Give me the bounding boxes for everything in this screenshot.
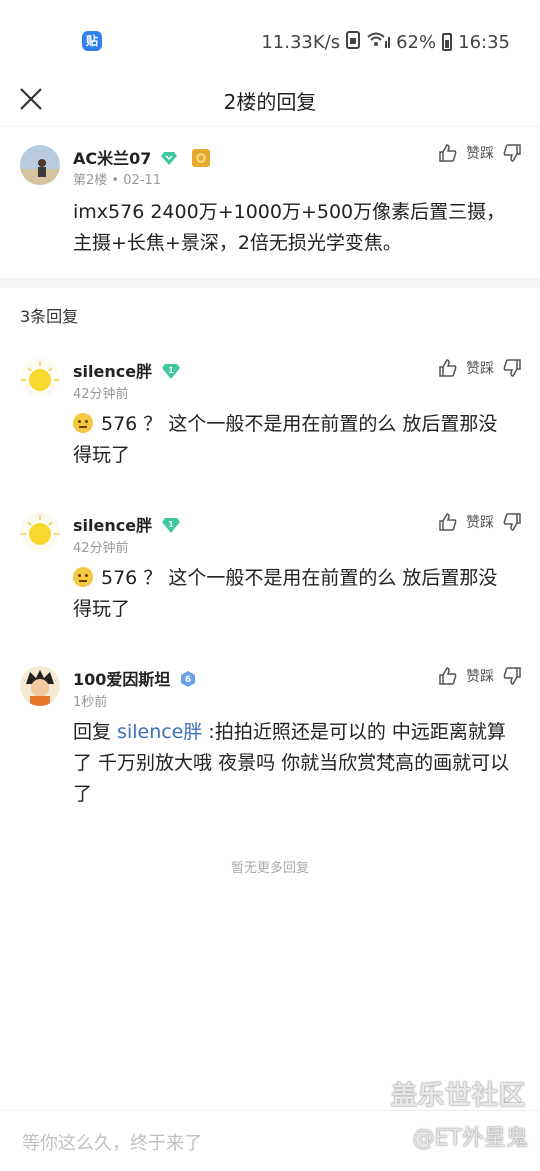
thumb-down-icon[interactable]	[502, 666, 522, 686]
thumb-up-icon[interactable]	[438, 512, 458, 532]
reply-content: 回复 silence胖 :拍拍近照还是可以的 中远距离就算了 千万别放大哦 夜景…	[73, 717, 518, 810]
section-divider	[0, 278, 540, 288]
level-number: 6	[185, 675, 191, 685]
post-meta: 第2楼 • 02-11	[73, 169, 161, 188]
watermark-author: @ET外星鬼	[412, 1126, 528, 1151]
username-text[interactable]: silence胖	[73, 516, 152, 535]
reply-content: 576 ？ 这个一般不是用在前置的么 放后置那没得玩了	[73, 563, 513, 625]
reply-content: 576 ？ 这个一般不是用在前置的么 放后置那没得玩了	[73, 409, 513, 471]
reply-to-link[interactable]: silence胖	[117, 721, 202, 743]
post-content: imx576 2400万+1000万+500万像素后置三摄，主摄+长焦+景深，2…	[73, 201, 506, 254]
tieba-app-icon: 贴	[82, 31, 102, 51]
reply-time: 42分钟前	[73, 541, 129, 556]
username-text[interactable]: AC米兰07	[73, 149, 151, 168]
vote-label: 赞踩	[466, 515, 494, 531]
reply-item: 100爱因斯坦 6 1秒前 赞踩 回复 silence胖 :拍拍近照还是可以的 …	[0, 663, 540, 823]
username[interactable]: silence胖 1	[73, 358, 180, 383]
reply-count: 3条回复	[20, 307, 79, 326]
level-number: 1	[168, 520, 174, 529]
level-badge-icon: 1	[161, 517, 180, 537]
battery-percent: 62%	[396, 31, 437, 53]
clock: 16:35	[458, 31, 510, 53]
reply-prefix: 回复	[73, 721, 118, 743]
vote-group: 赞踩	[438, 143, 522, 163]
meta-dot: •	[111, 173, 124, 188]
battery-icon	[442, 33, 453, 51]
username[interactable]: AC米兰07	[73, 145, 211, 172]
vote-label: 赞踩	[466, 361, 494, 377]
reply-item: silence胖 1 42分钟前 赞踩 576 ？ 这个一般不是用在前置的么 放…	[0, 509, 540, 649]
wifi-4g-icon	[366, 31, 391, 54]
status-indicators: 11.33K/s 62% 16:35	[261, 30, 510, 54]
level-badge-icon: 1	[161, 363, 180, 383]
vote-label: 赞踩	[466, 146, 494, 162]
username[interactable]: silence胖 1	[73, 512, 180, 537]
thinking-emoji-icon	[73, 413, 93, 433]
thumb-up-icon[interactable]	[438, 666, 458, 686]
username[interactable]: 100爱因斯坦 6	[73, 666, 196, 691]
thumb-up-icon[interactable]	[438, 143, 458, 163]
reply-text: 576 ？ 这个一般不是用在前置的么 放后置那没得玩了	[73, 567, 498, 620]
username-text[interactable]: silence胖	[73, 362, 152, 381]
medal-icon	[191, 148, 211, 172]
reply-input[interactable]: 等你这么久，终于来了	[22, 1129, 202, 1155]
reply-time: 1秒前	[73, 695, 108, 710]
diamond-badge-icon	[160, 150, 177, 169]
avatar[interactable]	[20, 666, 60, 706]
vote-group: 赞踩	[438, 512, 522, 532]
network-speed: 11.33K/s	[261, 31, 341, 53]
reply-item: silence胖 1 42分钟前 赞踩 576 ？ 这个一般不是用在前置的么 放…	[0, 355, 540, 495]
status-bar: 贴 11.33K/s 62% 16:35	[0, 0, 540, 80]
watermark-community: 盖乐世社区	[390, 1081, 526, 1111]
thinking-emoji-icon	[73, 567, 93, 587]
thumb-up-icon[interactable]	[438, 358, 458, 378]
thumb-down-icon[interactable]	[502, 143, 522, 163]
post-date: 02-11	[123, 173, 162, 188]
title-bar: 2楼的回复	[0, 80, 540, 127]
main-post: AC米兰07 第2楼 • 02-11 赞踩 imx576 2400万+1000万…	[0, 127, 540, 277]
thumb-down-icon[interactable]	[502, 512, 522, 532]
avatar[interactable]	[20, 358, 60, 398]
username-text[interactable]: 100爱因斯坦	[73, 670, 170, 689]
avatar[interactable]	[20, 512, 60, 552]
floor-number: 第2楼	[73, 173, 108, 188]
reply-text: 576 ？ 这个一般不是用在前置的么 放后置那没得玩了	[73, 413, 498, 466]
vote-group: 赞踩	[438, 666, 522, 686]
avatar[interactable]	[20, 145, 60, 185]
reply-time: 42分钟前	[73, 387, 129, 402]
vote-label: 赞踩	[466, 669, 494, 685]
sim-icon	[346, 30, 361, 54]
thumb-down-icon[interactable]	[502, 358, 522, 378]
vote-group: 赞踩	[438, 358, 522, 378]
level-badge-icon: 6	[180, 670, 196, 691]
level-number: 1	[168, 366, 174, 375]
page-title: 2楼的回复	[223, 90, 317, 114]
no-more-replies: 暂无更多回复	[230, 861, 309, 876]
